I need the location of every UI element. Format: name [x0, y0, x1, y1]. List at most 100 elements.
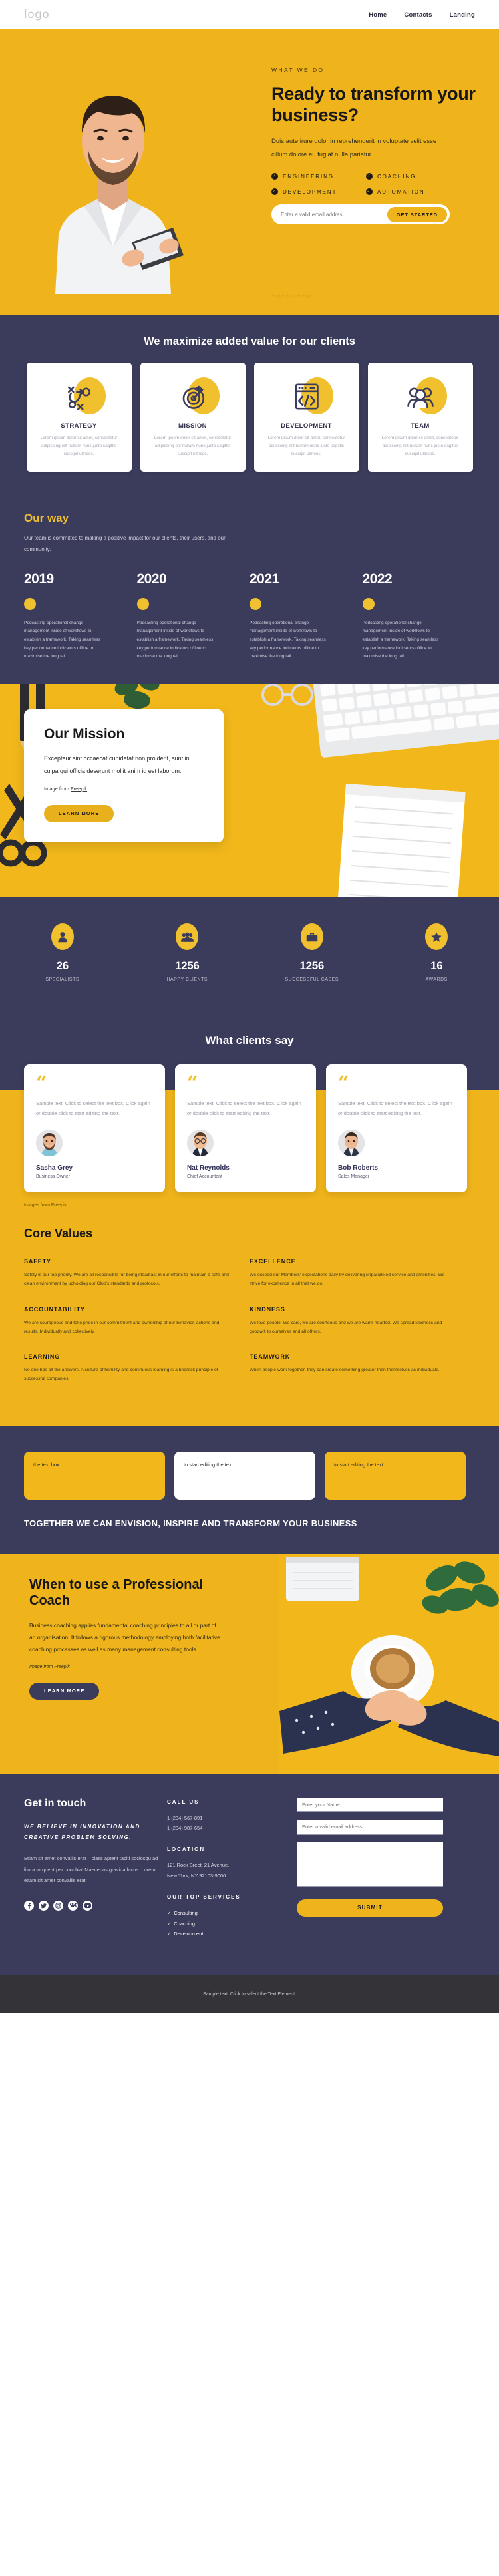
youtube-icon[interactable]	[83, 1900, 92, 1911]
timeline-dot-icon	[362, 597, 375, 610]
quote-icon: “	[187, 1072, 198, 1094]
freepik-link[interactable]: Freepik	[54, 1665, 69, 1669]
core-value-excellence: EXCELLENCE We exceed our Members' expect…	[250, 1258, 475, 1289]
timeline-year: 2021	[250, 571, 279, 587]
facebook-icon[interactable]	[24, 1900, 34, 1911]
coach-photo	[279, 1553, 499, 1774]
mission-section: Our Mission Excepteur sint occaecat cupi…	[0, 684, 499, 897]
value-card-title: MISSION	[178, 422, 207, 430]
value-cards: STRATEGY Lorem ipsum dolor sit amet, con…	[0, 363, 499, 472]
coach-learn-more-button[interactable]: LEARN MORE	[29, 1683, 100, 1700]
value-card-text: Lorem ipsum dolor sit amet, consectetur …	[267, 436, 345, 457]
mission-learn-more-button[interactable]: LEARN MORE	[44, 804, 114, 822]
instagram-icon[interactable]	[53, 1900, 63, 1911]
mission-title: Our Mission	[44, 726, 125, 742]
top-navbar: logo Home Contacts Landing	[0, 0, 499, 29]
hero-email-input[interactable]	[281, 211, 387, 218]
check-icon: ✓	[271, 188, 278, 196]
service-label: Development	[174, 1930, 204, 1937]
email-field[interactable]	[297, 1820, 443, 1835]
core-values-section: Core Values SAFETY Safety is our top pri…	[0, 1209, 499, 1426]
footer: Get in touch WE BELIEVE IN INNOVATION AN…	[0, 1773, 499, 1975]
testimonial-card[interactable]: “ Sample text. Click to select the text …	[24, 1064, 165, 1192]
value-card-text: Lorem ipsum dolor sit amet, consectetur …	[381, 436, 459, 457]
nav-links: Home Contacts Landing	[369, 11, 475, 19]
transform-section: the text box. to start editing the text.…	[0, 1426, 499, 1554]
coach-title: When to use a Professional Coach	[29, 1577, 204, 1608]
phone-1[interactable]: 1 (234) 567-891	[167, 1813, 297, 1823]
stat-specialists: 26 SPECIALISTS	[0, 923, 125, 982]
footer-contact-form: SUBMIT	[297, 1798, 443, 1953]
phone-2[interactable]: 1 (234) 987-654	[167, 1823, 297, 1833]
core-value-safety: SAFETY Safety is our top priority. We ar…	[24, 1258, 250, 1289]
strip-card[interactable]: the text box.	[24, 1451, 165, 1500]
hero-content: WHAT WE DO Ready to transform your busin…	[271, 67, 478, 225]
landing-page: logo Home Contacts Landing WHAT WE DO Re…	[0, 0, 499, 2014]
value-card-title: TEAM	[411, 422, 430, 430]
freepik-link[interactable]: Freepik	[71, 786, 87, 792]
timeline-text: Podcasting operational change management…	[24, 620, 100, 659]
core-value-title: EXCELLENCE	[250, 1258, 296, 1265]
ourway-timeline: 2019 Podcasting operational change manag…	[24, 571, 475, 661]
ourway-lead: Our team is committed to making a positi…	[24, 535, 226, 552]
strip-card[interactable]: to start editing the text.	[325, 1451, 466, 1500]
hero-section: WHAT WE DO Ready to transform your busin…	[0, 29, 499, 315]
stat-value: 16	[430, 959, 443, 972]
credit-prefix: Image from	[29, 1665, 55, 1670]
ourway-title: Our way	[24, 512, 69, 525]
testimonial-role: Sales Manager	[338, 1174, 370, 1179]
freepik-link[interactable]: Freepik	[51, 1203, 67, 1208]
testimonials-section: What clients say “ Sample text. Click to…	[0, 1010, 499, 1209]
footer-location: LOCATION 121 Rock Sreet, 21 Avenue, New …	[167, 1846, 297, 1881]
core-value-title: SAFETY	[24, 1258, 51, 1265]
transform-heading: TOGETHER WE CAN ENVISION, INSPIRE AND TR…	[24, 1518, 357, 1528]
services-title: OUR TOP SERVICES	[167, 1894, 241, 1901]
feature-label: AUTOMATION	[377, 188, 425, 195]
hero-feature-automation: ✓ AUTOMATION	[366, 188, 460, 196]
timeline-dot-icon	[250, 597, 261, 610]
coach-section: When to use a Professional Coach Busines…	[0, 1553, 499, 1774]
core-value-text: No one has all the answers. A culture of…	[24, 1368, 218, 1382]
value-card-strategy[interactable]: STRATEGY Lorem ipsum dolor sit amet, con…	[26, 363, 132, 472]
testimonial-name: Bob Roberts	[338, 1164, 378, 1172]
code-window-icon	[263, 375, 350, 418]
logo[interactable]: logo	[24, 8, 49, 21]
timeline-year: 2022	[362, 571, 393, 587]
get-started-button[interactable]: GET STARTED	[387, 206, 447, 222]
timeline-text: Podcasting operational change management…	[250, 620, 326, 659]
footer-slogan: WE BELIEVE IN INNOVATION AND CREATIVE PR…	[24, 1823, 140, 1841]
value-card-team[interactable]: TEAM Lorem ipsum dolor sit amet, consect…	[367, 363, 473, 472]
testimonials-image-credit: Images from Freepik	[24, 1203, 475, 1208]
core-value-title: LEARNING	[24, 1353, 61, 1360]
core-value-title: ACCOUNTABILITY	[24, 1305, 85, 1313]
testimonial-quote: Sample text. Click to select the text bo…	[36, 1100, 150, 1116]
avatar	[338, 1129, 365, 1156]
nav-link-contacts[interactable]: Contacts	[404, 11, 432, 19]
testimonial-quote: Sample text. Click to select the text bo…	[187, 1100, 301, 1116]
stat-value: 1256	[174, 959, 200, 972]
value-card-development[interactable]: DEVELOPMENT Lorem ipsum dolor sit amet, …	[253, 363, 359, 472]
nav-link-landing[interactable]: Landing	[450, 11, 475, 19]
testimonial-name: Sasha Grey	[36, 1164, 73, 1172]
hero-photo	[32, 48, 198, 294]
testimonial-card[interactable]: “ Sample text. Click to select the text …	[175, 1064, 316, 1192]
check-icon: ✓	[366, 173, 373, 180]
core-value-text: When people work together, they can crea…	[250, 1368, 440, 1372]
value-card-title: STRATEGY	[61, 422, 97, 430]
timeline-item: 2020 Podcasting operational change manag…	[136, 571, 250, 661]
testimonial-card[interactable]: “ Sample text. Click to select the text …	[326, 1064, 467, 1192]
credit-prefix: Image from	[44, 785, 71, 792]
nav-link-home[interactable]: Home	[369, 11, 387, 19]
twitter-icon[interactable]	[39, 1900, 49, 1911]
mission-image-credit: Image from Freepik	[44, 786, 204, 792]
value-card-mission[interactable]: MISSION Lorem ipsum dolor sit amet, cons…	[140, 363, 246, 472]
service-item: ✓ Consulting	[167, 1908, 297, 1918]
timeline-text: Podcasting operational change management…	[136, 620, 214, 659]
name-field[interactable]	[297, 1798, 443, 1813]
strip-card[interactable]: to start editing the text.	[174, 1451, 315, 1500]
team-icon	[377, 375, 464, 418]
timeline-year: 2020	[136, 571, 167, 587]
submit-button[interactable]: SUBMIT	[297, 1899, 443, 1917]
message-field[interactable]	[297, 1842, 443, 1887]
vk-icon[interactable]	[68, 1900, 78, 1911]
